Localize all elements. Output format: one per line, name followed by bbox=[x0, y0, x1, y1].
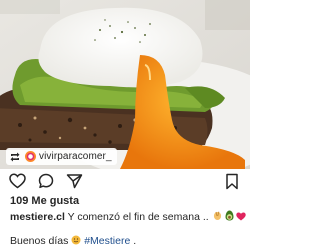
heart-outline-icon[interactable] bbox=[8, 172, 26, 190]
caption2-text: Buenos días bbox=[10, 235, 72, 247]
repost-badge[interactable]: vivirparacomer_ bbox=[6, 148, 117, 165]
avocado-toast-photo bbox=[0, 0, 250, 169]
post-photo[interactable] bbox=[0, 0, 250, 169]
smiling-emoji-icon bbox=[71, 235, 81, 245]
repost-username[interactable]: vivirparacomer_ bbox=[39, 151, 112, 162]
caption-username[interactable]: mestiere.cl bbox=[10, 211, 65, 223]
hashtag-mestiere[interactable]: #Mestiere bbox=[84, 235, 130, 247]
caption2-tail: . bbox=[130, 235, 137, 247]
comment-bubble-icon[interactable] bbox=[37, 172, 55, 190]
action-bar bbox=[0, 169, 250, 193]
caption: mestiere.cl Y comenzó el fin de semana .… bbox=[10, 210, 246, 223]
caption-text: Y comenzó el fin de semana .. bbox=[64, 211, 212, 223]
instagram-post: vivirparacomer_ 109 Me gusta mestiere.cl… bbox=[0, 0, 250, 250]
repost-avatar bbox=[25, 151, 36, 162]
bookmark-icon[interactable] bbox=[223, 172, 241, 190]
red-heart-emoji-icon bbox=[235, 212, 246, 221]
crossed-fingers-emoji-icon bbox=[212, 210, 223, 221]
paper-plane-icon[interactable] bbox=[65, 172, 83, 190]
caption-line-2: Buenos días #Mestiere . bbox=[10, 235, 136, 247]
likes-count[interactable]: 109 Me gusta bbox=[10, 195, 79, 207]
avocado-emoji-icon bbox=[225, 210, 234, 221]
repost-icon bbox=[9, 151, 21, 163]
